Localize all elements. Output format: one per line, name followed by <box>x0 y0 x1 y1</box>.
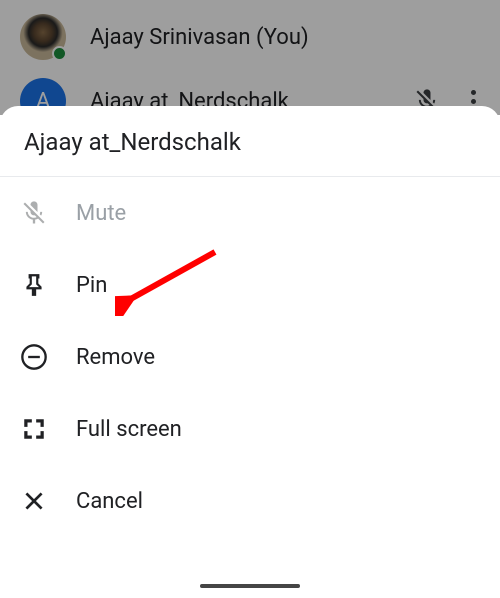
fullscreen-icon <box>20 415 48 443</box>
sheet-title: Ajaay at_Nerdschalk <box>0 106 500 177</box>
remove-icon <box>20 343 48 371</box>
bottom-handle <box>200 584 300 588</box>
menu-label: Cancel <box>76 489 143 514</box>
menu-item-cancel[interactable]: Cancel <box>0 465 500 537</box>
menu-label: Full screen <box>76 417 182 442</box>
action-sheet: Ajaay at_Nerdschalk Mute Pin <box>0 106 500 598</box>
menu-item-fullscreen[interactable]: Full screen <box>0 393 500 465</box>
menu-item-remove[interactable]: Remove <box>0 321 500 393</box>
menu-item-mute: Mute <box>0 177 500 249</box>
close-icon <box>20 487 48 515</box>
menu-label: Pin <box>76 273 107 298</box>
modal-overlay[interactable] <box>0 0 500 115</box>
menu-item-pin[interactable]: Pin <box>0 249 500 321</box>
menu-label: Remove <box>76 345 155 370</box>
menu-list: Mute Pin Remove <box>0 177 500 598</box>
pin-icon <box>20 271 48 299</box>
mic-muted-icon <box>20 199 48 227</box>
menu-label: Mute <box>76 201 126 226</box>
